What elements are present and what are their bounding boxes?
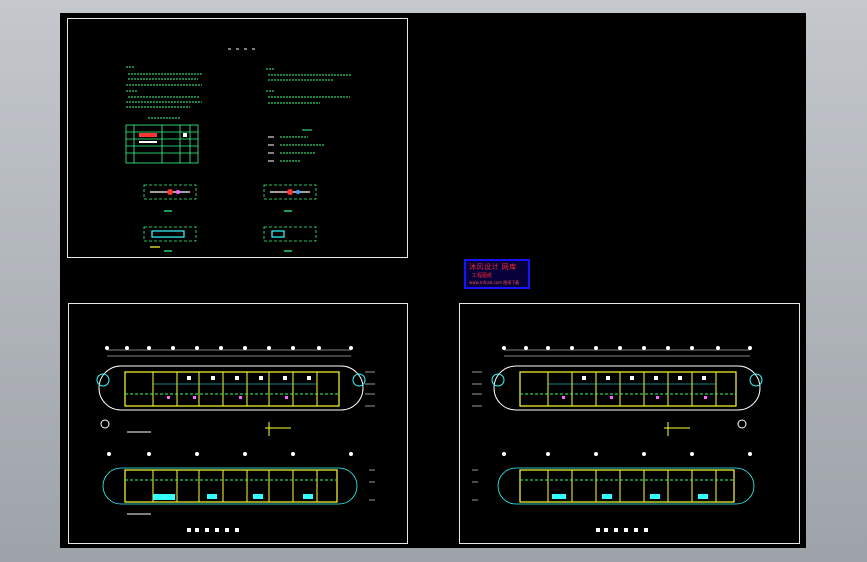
plan-marker-circle xyxy=(100,419,110,429)
stamp-line-2: 工程图纸 xyxy=(472,273,493,279)
sheet-title-right xyxy=(596,528,648,532)
notes-text-right xyxy=(266,68,352,104)
drawing-sheet-floor-plan-left[interactable] xyxy=(68,303,408,544)
dimension-center xyxy=(265,422,291,436)
title-block-stamp[interactable]: 沐风设计 网库 工程图纸 www.mfcad.com 图纸下载 xyxy=(464,259,530,289)
cad-viewer-frame: 沐风设计 网库 工程图纸 www.mfcad.com 图纸下载 xyxy=(0,0,867,562)
floor-plan-upper-details xyxy=(491,373,763,399)
notes-sheet-drawing xyxy=(125,48,352,252)
axis-bubbles-mid xyxy=(502,452,752,456)
sheet-title-left xyxy=(187,528,239,532)
floor-plan-left-drawing xyxy=(96,346,375,532)
notes-text-left xyxy=(126,66,202,108)
legend-table xyxy=(125,124,199,164)
floor-plan-right-drawing xyxy=(472,346,763,532)
axis-grid-left xyxy=(472,371,482,501)
cad-model-canvas[interactable]: 沐风设计 网库 工程图纸 www.mfcad.com 图纸下载 xyxy=(60,13,806,548)
axis-grid-right xyxy=(365,371,375,501)
floor-plan-upper xyxy=(493,365,761,411)
stamp-line-3: www.mfcad.com 图纸下载 xyxy=(469,280,520,285)
floor-plan-lower xyxy=(102,467,358,505)
detail-fixtures xyxy=(150,189,310,252)
drawing-sheet-floor-plan-right[interactable] xyxy=(459,303,800,544)
drawing-sheet-notes[interactable] xyxy=(67,18,408,258)
dimension-center xyxy=(664,422,690,436)
legend-symbols-right xyxy=(268,129,324,162)
axis-grid-top xyxy=(504,349,750,357)
axis-grid-top xyxy=(107,349,351,357)
axis-bubbles-top xyxy=(502,346,752,350)
axis-bubbles-mid xyxy=(107,452,353,456)
stamp-line-1: 沐风设计 网库 xyxy=(469,263,517,271)
floor-plan-lower xyxy=(497,467,755,505)
floor-plan-upper xyxy=(98,365,364,411)
floor-plan-upper-details xyxy=(96,373,366,399)
axis-bubbles-top xyxy=(105,346,353,350)
plan-marker-circle xyxy=(737,419,747,429)
